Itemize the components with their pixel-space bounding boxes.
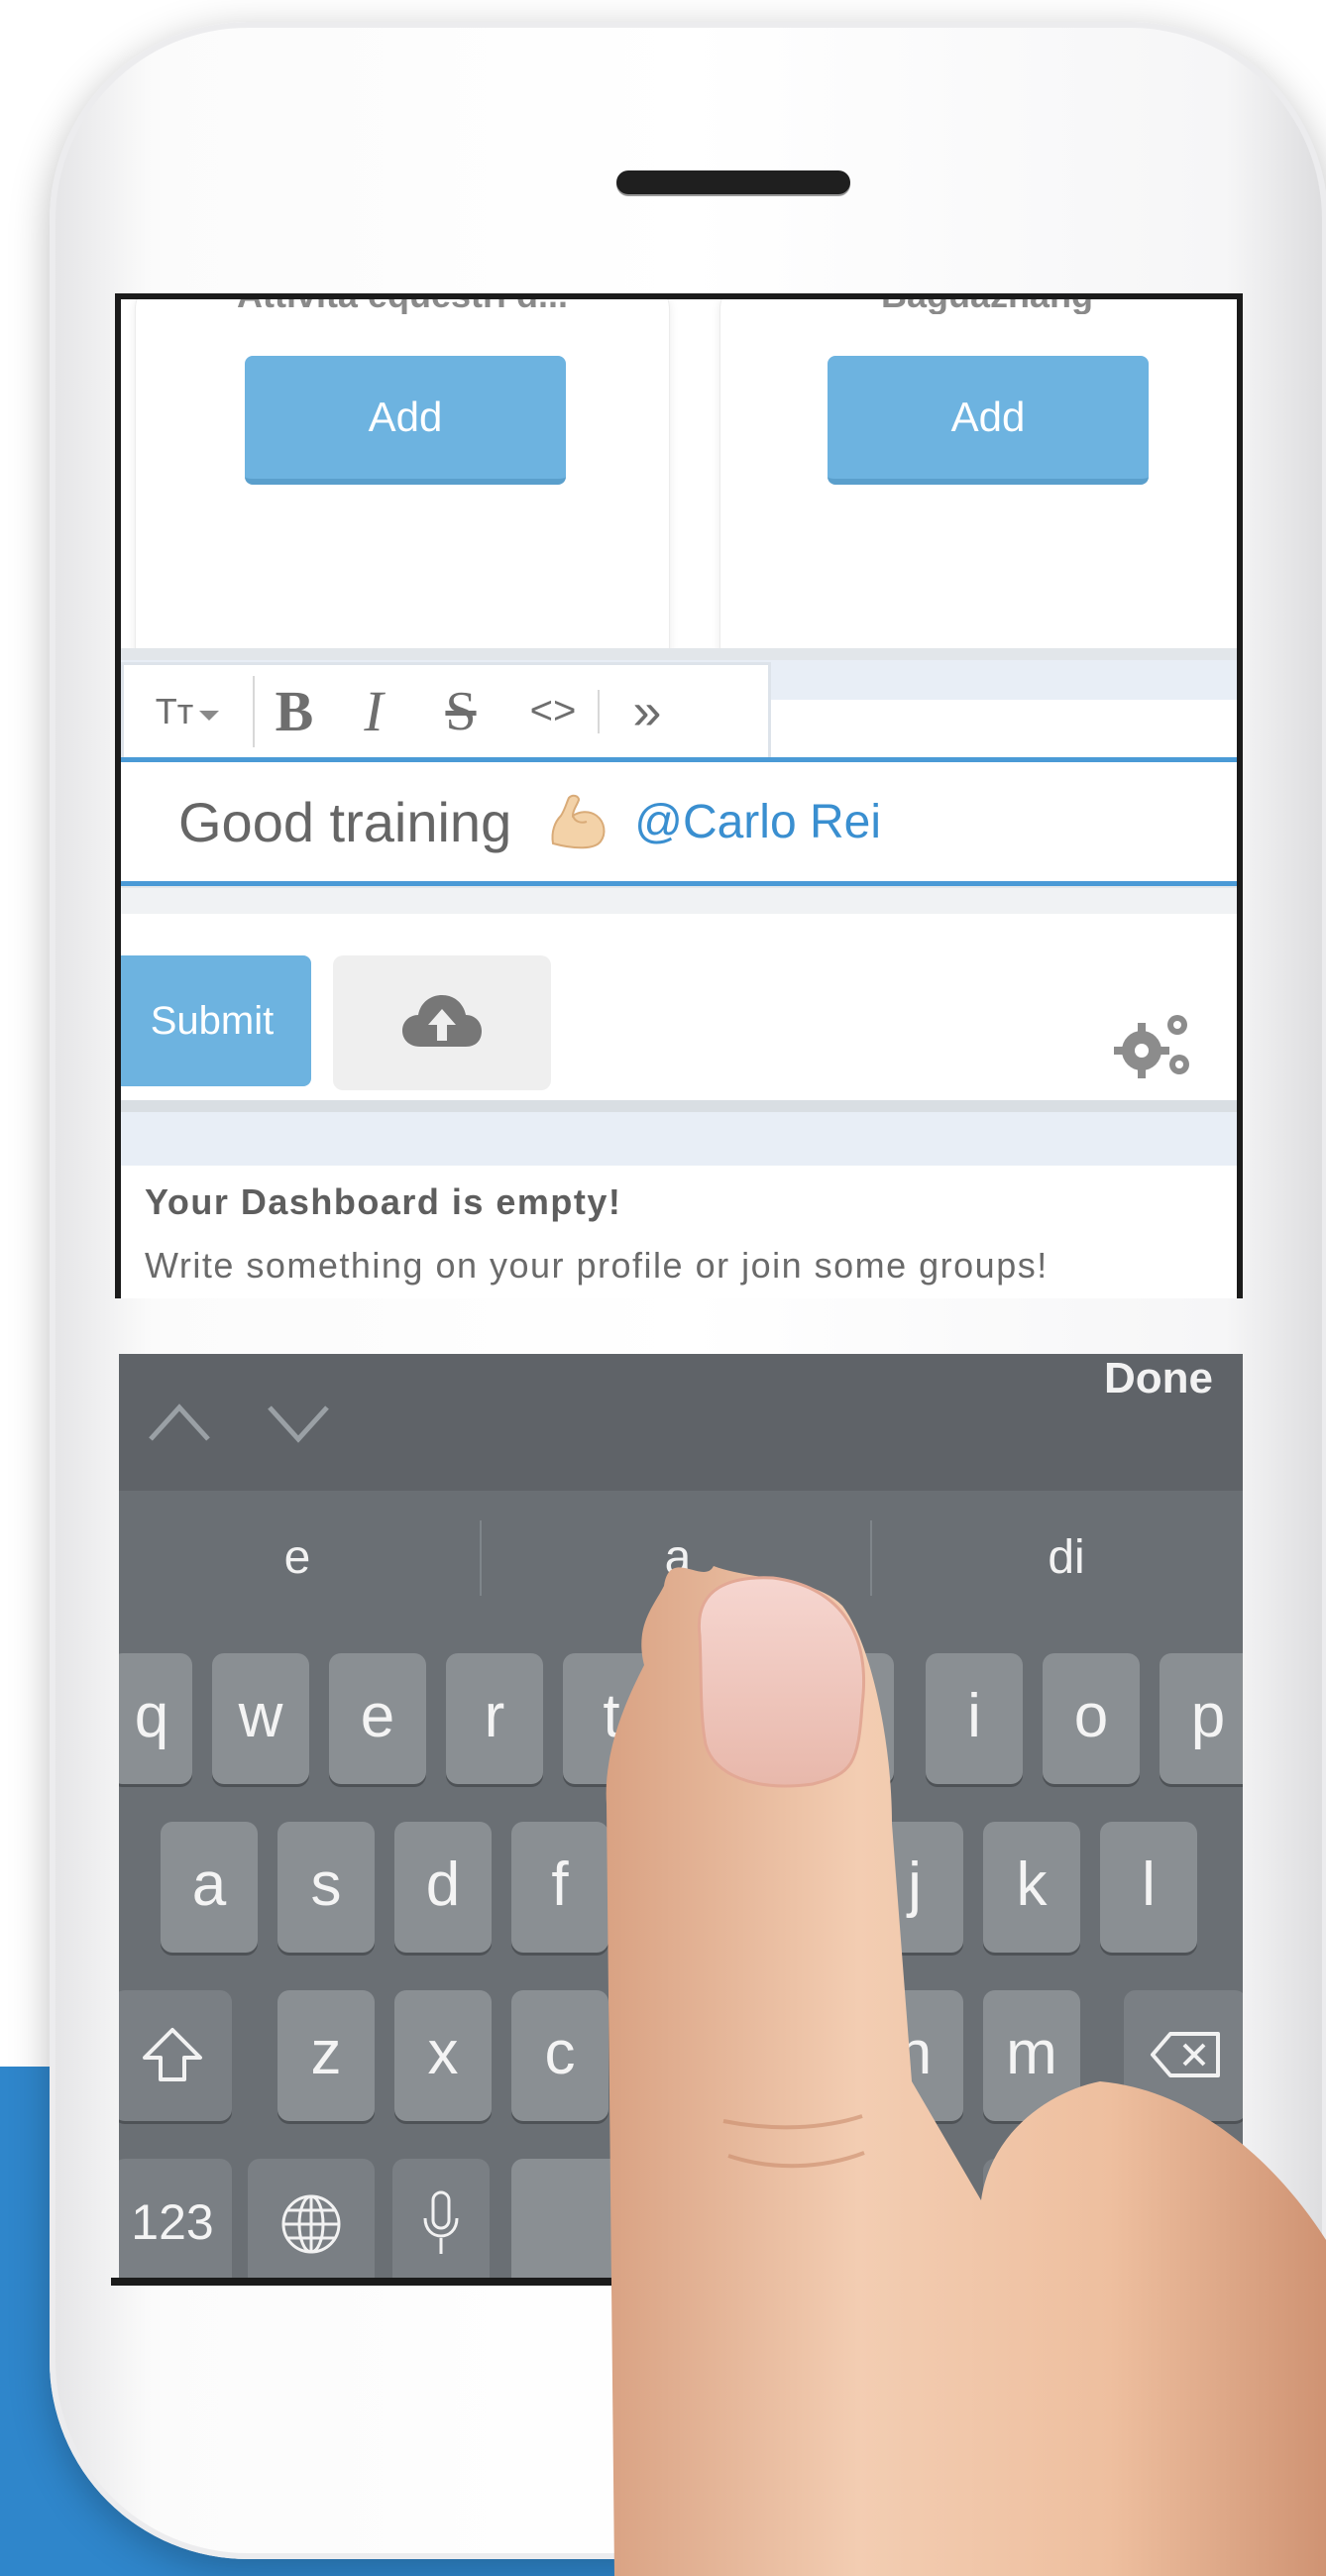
globe-icon bbox=[281, 2194, 341, 2254]
key-u[interactable] bbox=[797, 1653, 894, 1784]
more-options-button[interactable]: » bbox=[600, 665, 695, 757]
key-m[interactable]: m bbox=[983, 1990, 1080, 2121]
caret-down-icon bbox=[199, 710, 220, 721]
suggestion-1[interactable]: e bbox=[119, 1530, 476, 1585]
shift-key[interactable] bbox=[119, 1990, 232, 2121]
code-button[interactable]: <> bbox=[508, 665, 598, 757]
key-z[interactable]: z bbox=[277, 1990, 375, 2121]
key-d[interactable]: d bbox=[394, 1822, 492, 1953]
on-screen-keyboard: e a di q w e r t i o p a s d f j k l z x bbox=[119, 1491, 1243, 2278]
formatting-toolbar: Tт B I S <> » bbox=[121, 662, 771, 757]
numbers-key[interactable]: 123 bbox=[119, 2159, 232, 2278]
key-a[interactable]: a bbox=[161, 1822, 258, 1953]
chevron-down-icon[interactable] bbox=[264, 1396, 333, 1449]
key-h[interactable] bbox=[745, 1822, 842, 1953]
backspace-key[interactable] bbox=[1124, 1990, 1243, 2121]
key-r[interactable]: r bbox=[446, 1653, 543, 1784]
divider bbox=[121, 648, 1237, 660]
upload-button[interactable] bbox=[333, 955, 551, 1090]
bold-button[interactable]: B bbox=[255, 665, 334, 757]
message-text: Good training bbox=[178, 790, 512, 853]
submit-button[interactable]: Submit bbox=[121, 955, 311, 1086]
card-title: Baguazhang bbox=[880, 293, 1093, 314]
key-l[interactable]: l bbox=[1100, 1822, 1197, 1953]
add-button[interactable]: Add bbox=[828, 356, 1149, 485]
globe-key[interactable] bbox=[248, 2159, 375, 2278]
key-s[interactable]: s bbox=[277, 1822, 375, 1953]
key-n[interactable]: n bbox=[866, 1990, 963, 2121]
shift-icon bbox=[143, 2028, 202, 2081]
strikethrough-button[interactable]: S bbox=[413, 665, 508, 757]
text-size-label: Tт bbox=[155, 690, 194, 731]
chevron-up-icon[interactable] bbox=[145, 1396, 214, 1449]
space-key[interactable] bbox=[511, 2159, 959, 2278]
key-b[interactable] bbox=[745, 1990, 842, 2121]
key-k[interactable]: k bbox=[983, 1822, 1080, 1953]
add-button[interactable]: Add bbox=[245, 356, 566, 485]
return-key[interactable]: invi bbox=[983, 2159, 1243, 2278]
suggestion-separator bbox=[870, 1520, 872, 1596]
key-g[interactable] bbox=[628, 1822, 725, 1953]
post-actions: Submit bbox=[121, 914, 1237, 1102]
key-i[interactable]: i bbox=[926, 1653, 1023, 1784]
card-title: Attività equestri d... bbox=[236, 293, 569, 314]
text-size-button[interactable]: Tт bbox=[124, 665, 253, 757]
key-p[interactable]: p bbox=[1160, 1653, 1243, 1784]
screen-bezel-bottom bbox=[111, 2278, 1247, 2286]
app-screen: Attività equestri d... Add Baguazhang Ad… bbox=[115, 293, 1243, 1298]
flexed-biceps-emoji bbox=[551, 794, 606, 849]
key-v[interactable] bbox=[628, 1990, 725, 2121]
suggestion-separator bbox=[480, 1520, 482, 1596]
dashboard-title: Your Dashboard is empty! bbox=[145, 1181, 622, 1222]
phone-speaker bbox=[616, 170, 850, 194]
key-o[interactable]: o bbox=[1043, 1653, 1140, 1784]
done-button[interactable]: Done bbox=[1104, 1354, 1213, 1491]
italic-button[interactable]: I bbox=[334, 665, 413, 757]
microphone-icon bbox=[423, 2190, 459, 2254]
stage: Attività equestri d... Add Baguazhang Ad… bbox=[0, 0, 1326, 2576]
key-w[interactable]: w bbox=[212, 1653, 309, 1784]
user-mention[interactable]: @Carlo Rei bbox=[634, 795, 881, 849]
gear-icon[interactable] bbox=[1114, 1007, 1197, 1082]
divider bbox=[121, 1100, 1237, 1112]
key-q[interactable]: q bbox=[119, 1653, 192, 1784]
message-editor[interactable]: Good training @Carlo Rei bbox=[121, 757, 1237, 886]
key-c[interactable]: c bbox=[511, 1990, 608, 2121]
key-f[interactable]: f bbox=[511, 1822, 608, 1953]
key-j[interactable]: j bbox=[866, 1822, 963, 1953]
dashboard-empty-state: Your Dashboard is empty! Write something… bbox=[121, 1166, 1237, 1298]
cloud-upload-icon bbox=[402, 995, 482, 1047]
suggestion-3[interactable]: di bbox=[888, 1530, 1243, 1585]
key-e[interactable]: e bbox=[329, 1653, 426, 1784]
dashboard-subtitle: Write something on your profile or join … bbox=[145, 1245, 1049, 1286]
microphone-key[interactable] bbox=[392, 2159, 490, 2278]
section-background bbox=[121, 1112, 1237, 1166]
divider bbox=[121, 886, 1237, 914]
backspace-icon bbox=[1151, 2032, 1220, 2077]
key-x[interactable]: x bbox=[394, 1990, 492, 2121]
key-y[interactable] bbox=[680, 1653, 777, 1784]
suggestion-2[interactable]: a bbox=[499, 1530, 856, 1585]
key-t[interactable]: t bbox=[563, 1653, 660, 1784]
keyboard-accessory-bar: Done bbox=[119, 1354, 1243, 1491]
